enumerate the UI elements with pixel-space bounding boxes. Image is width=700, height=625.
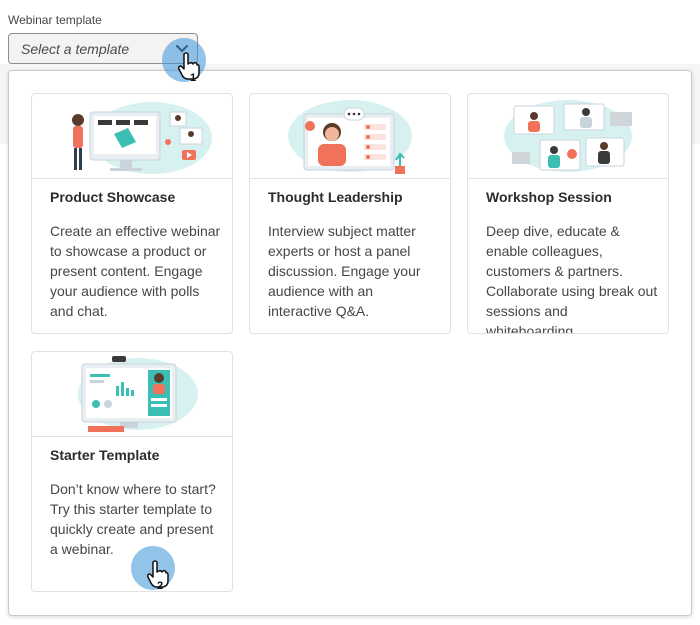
starter-template-illustration [32,352,232,437]
template-card-description: Deep dive, educate & enable colleagues, … [486,223,658,334]
step-marker-1: 1 [162,38,206,85]
template-card-description: Create an effective webinar to showcase … [50,223,221,319]
template-card-title: Thought Leadership [268,189,403,205]
template-card-description: Interview subject matter experts or host… [268,223,421,319]
template-card-title: Starter Template [50,447,160,463]
select-placeholder: Select a template [21,40,130,57]
step-number: 2 [157,580,164,592]
template-card-thought-leadership[interactable]: Thought Leadership Interview subject mat… [249,93,451,334]
template-card-title: Workshop Session [486,189,612,205]
step-marker-2: 2 [131,546,175,592]
product-showcase-illustration [32,94,232,179]
step-number: 1 [190,72,197,84]
template-card-title: Product Showcase [50,189,176,205]
template-picker-popover: Product Showcase Create an effective web… [8,70,692,616]
pointer-hand-icon [178,52,200,85]
webinar-template-label: Webinar template [8,13,102,27]
template-card-workshop-session[interactable]: Workshop Session Deep dive, educate & en… [467,93,669,334]
workshop-session-illustration [468,94,668,179]
thought-leadership-illustration [250,94,450,179]
template-card-product-showcase[interactable]: Product Showcase Create an effective web… [31,93,233,334]
